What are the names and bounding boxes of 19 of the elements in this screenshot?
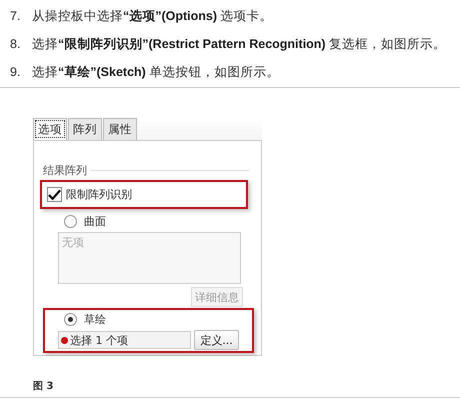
list-placeholder: 无项 xyxy=(62,236,84,249)
radio-button[interactable]: 草绘 xyxy=(64,312,106,327)
selection-collector[interactable]: 选择 1 个项 xyxy=(58,331,191,349)
checkbox[interactable] xyxy=(47,187,62,202)
tab[interactable]: 阵列 xyxy=(68,118,102,140)
radio-button[interactable]: 曲面 xyxy=(64,214,106,229)
checkbox-label: 限制阵列识别 xyxy=(66,187,132,202)
tab[interactable]: 选项 xyxy=(33,118,67,140)
step-text: 从操控板中选择“选项”(Options) 选项卡。 xyxy=(32,8,273,24)
step-text: 选择“草绘”(Sketch) 单选按钮，如图所示。 xyxy=(32,64,280,80)
tab[interactable]: 属性 xyxy=(103,118,137,140)
define-button[interactable]: 定义... xyxy=(194,330,239,350)
figure-caption: 图 3 xyxy=(33,381,54,392)
step-number: 7. xyxy=(10,9,22,23)
section-title: 结果阵列 xyxy=(43,163,87,178)
step-text: 选择“限制阵列识别”(Restrict Pattern Recognition) 复选框，如图所示。 xyxy=(32,36,446,52)
step-number: 8. xyxy=(10,37,22,51)
collector-text: 选择 1 个项 xyxy=(70,332,128,348)
step-number: 9. xyxy=(10,65,22,79)
